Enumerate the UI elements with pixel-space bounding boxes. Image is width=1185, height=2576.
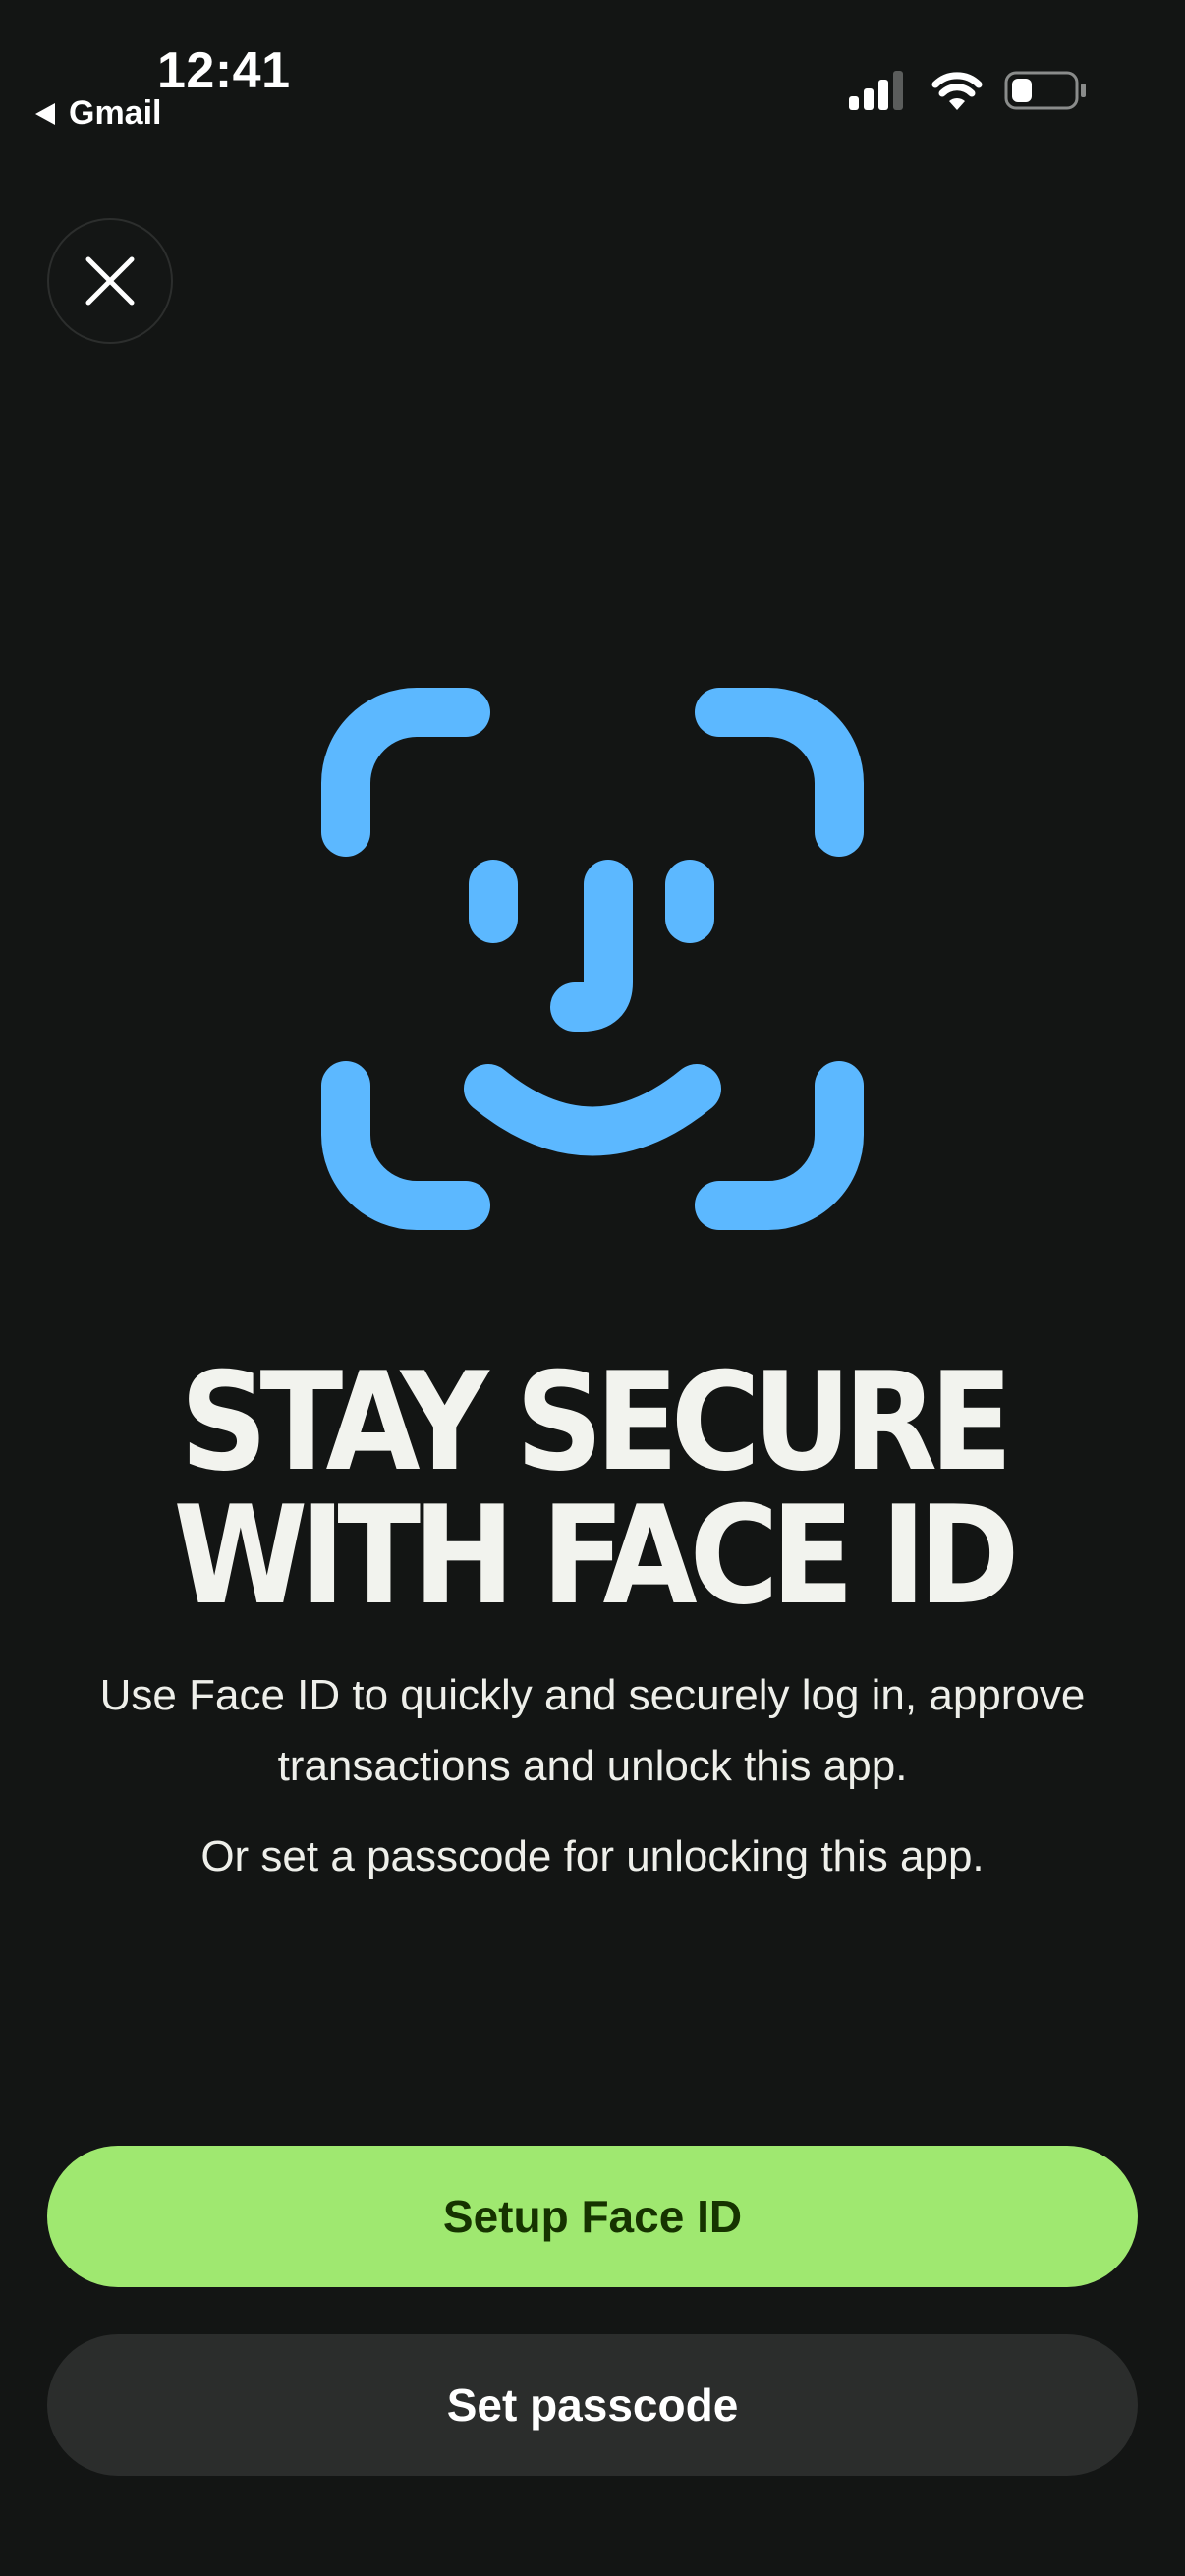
setup-face-id-button[interactable]: Setup Face ID [47, 2146, 1138, 2287]
status-icons [849, 71, 1087, 110]
set-passcode-button[interactable]: Set passcode [47, 2334, 1138, 2476]
description-text: Use Face ID to quickly and securely log … [99, 1671, 1086, 1790]
close-button[interactable] [47, 218, 173, 344]
page-title: STAY SECURE WITH FACE ID [0, 1343, 1185, 1635]
status-time: 12:41 [157, 42, 291, 99]
face-id-icon [321, 688, 864, 1230]
passcode-hint-text: Or set a passcode for unlocking this app… [200, 1832, 985, 1880]
title-line-1: STAY SECURE [180, 1343, 1013, 1501]
battery-icon [1004, 71, 1086, 110]
title-line-2: WITH FACE ID [173, 1477, 1019, 1635]
cellular-signal-icon [849, 71, 903, 110]
back-app-label: Gmail [69, 94, 162, 132]
back-arrow-icon [35, 102, 55, 125]
close-icon [85, 256, 135, 306]
wifi-icon [931, 72, 983, 110]
back-to-app-link[interactable]: Gmail [35, 94, 161, 133]
